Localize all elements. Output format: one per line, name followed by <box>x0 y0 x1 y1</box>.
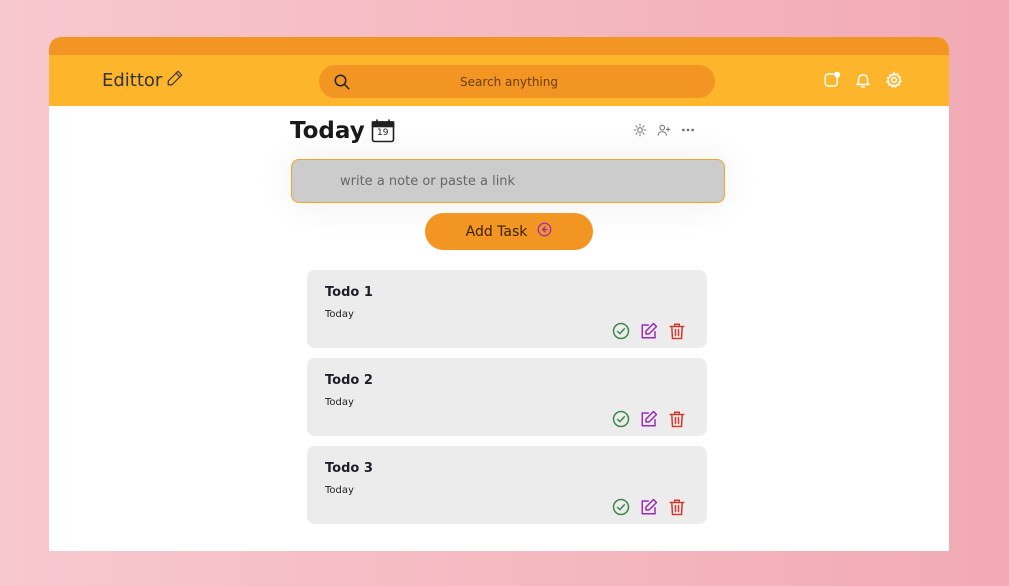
pencil-icon <box>166 69 184 92</box>
add-task-label: Add Task <box>465 223 528 240</box>
check-circle-icon[interactable] <box>612 322 630 340</box>
trash-icon[interactable] <box>668 410 686 428</box>
todo-actions <box>612 498 686 516</box>
check-circle-icon[interactable] <box>612 498 630 516</box>
note-input[interactable] <box>292 160 724 202</box>
todo-title: Todo 1 <box>325 285 373 300</box>
header-icons <box>823 71 903 89</box>
edit-icon[interactable] <box>640 322 658 340</box>
trash-icon[interactable] <box>668 322 686 340</box>
search-icon[interactable] <box>333 73 351 95</box>
todo-date: Today <box>325 309 354 320</box>
todo-card[interactable]: Todo 1 Today <box>307 270 707 348</box>
title-bar <box>49 37 949 55</box>
trash-icon[interactable] <box>668 498 686 516</box>
bell-icon[interactable] <box>854 71 872 89</box>
edit-icon[interactable] <box>640 498 658 516</box>
todo-title: Todo 2 <box>325 373 373 388</box>
page-heading: Today 19 <box>290 118 395 144</box>
page-title: Today <box>290 118 365 144</box>
todo-date: Today <box>325 397 354 408</box>
todo-card[interactable]: Todo 3 Today <box>307 446 707 524</box>
more-icon[interactable] <box>680 122 696 136</box>
view-tools <box>632 122 696 137</box>
sun-icon[interactable] <box>632 122 648 137</box>
add-task-button[interactable]: Add Task <box>425 213 593 250</box>
search-input[interactable] <box>359 65 659 98</box>
todo-card[interactable]: Todo 2 Today <box>307 358 707 436</box>
notification-dot-icon[interactable] <box>823 71 841 89</box>
check-circle-icon[interactable] <box>612 410 630 428</box>
arrow-circle-left-icon <box>537 222 552 241</box>
todo-actions <box>612 322 686 340</box>
todo-actions <box>612 410 686 428</box>
brand[interactable]: Edittor <box>102 69 184 91</box>
brand-name: Edittor <box>102 69 163 91</box>
app-header: Edittor <box>49 55 949 106</box>
search-bar <box>319 65 715 98</box>
todo-title: Todo 3 <box>325 461 373 476</box>
add-user-icon[interactable] <box>656 122 672 136</box>
gear-icon[interactable] <box>885 71 903 89</box>
todo-date: Today <box>325 485 354 496</box>
note-field <box>291 159 725 203</box>
calendar-day: 19 <box>376 128 389 138</box>
edit-icon[interactable] <box>640 410 658 428</box>
calendar-icon[interactable]: 19 <box>371 119 395 143</box>
app-window: Edittor Search anything Today 19 write a… <box>49 37 949 551</box>
